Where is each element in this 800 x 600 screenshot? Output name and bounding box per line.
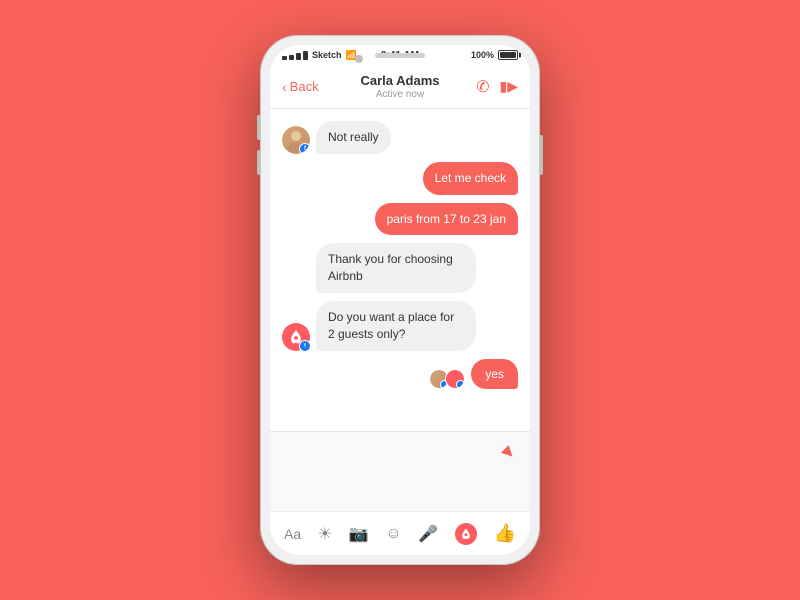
read-avatars (429, 369, 465, 389)
keyboard-aa-button[interactable]: Aa (284, 526, 301, 542)
message-text-1: Not really (328, 130, 379, 144)
outgoing-yes-group: yes (471, 359, 518, 390)
phone-frame: Sketch 📶 9:41 AM 100% ‹ Back Carla Adams… (260, 35, 540, 565)
message-row-1: f Not really (282, 121, 518, 154)
contact-name: Carla Adams (361, 73, 440, 89)
battery-fill (500, 52, 516, 58)
bubble-outgoing-2: Let me check (423, 162, 518, 195)
airbnb-icon[interactable] (455, 523, 477, 545)
bubble-incoming-1: Not really (316, 121, 391, 154)
battery-icon (498, 50, 518, 60)
messages-area: f Not really Let me check paris from 17 … (270, 109, 530, 431)
volume-button-down (257, 150, 260, 175)
like-icon[interactable]: 👍 (494, 523, 516, 544)
signal-dot-4 (303, 51, 308, 60)
volume-button-up (257, 115, 260, 140)
nav-center: Carla Adams Active now (361, 73, 440, 100)
signal-dot-3 (296, 53, 301, 60)
earpiece-speaker (375, 53, 425, 58)
contact-avatar-1: f (282, 126, 310, 154)
nav-bar: ‹ Back Carla Adams Active now ✆ ▮▶ (270, 65, 530, 109)
mic-icon[interactable]: 🎤 (418, 524, 438, 544)
airbnb-avatar: f (282, 323, 310, 351)
message-row-6: yes (282, 359, 518, 390)
signal-dot-1 (282, 56, 287, 60)
message-text-2: Let me check (435, 171, 506, 185)
carrier-label: Sketch (312, 50, 342, 60)
message-text-3: paris from 17 to 23 jan (387, 212, 506, 226)
send-area: ► (282, 442, 518, 463)
back-chevron-icon: ‹ (282, 79, 287, 95)
phone-call-icon[interactable]: ✆ (476, 77, 489, 97)
send-button[interactable]: ► (495, 439, 522, 466)
emoji-icon[interactable]: ☺ (385, 525, 401, 543)
back-label: Back (290, 79, 319, 94)
battery-pct: 100% (471, 50, 494, 60)
bubble-outgoing-3: paris from 17 to 23 jan (375, 203, 518, 236)
message-text-4: Thank you for choosing Airbnb (328, 252, 453, 283)
status-right: 100% (471, 50, 518, 60)
camera-icon[interactable]: ☀ (318, 524, 332, 544)
message-row-3: paris from 17 to 23 jan (282, 203, 518, 236)
nav-actions: ✆ ▮▶ (476, 77, 518, 97)
front-camera (355, 55, 363, 63)
signal-bars (282, 51, 308, 60)
suggested-replies-area: ► (270, 431, 530, 511)
message-row-4: Thank you for choosing Airbnb (282, 243, 518, 293)
message-text-6: yes (485, 367, 504, 381)
contact-status: Active now (361, 89, 440, 100)
read-avatar-badge-2 (456, 380, 465, 389)
back-button[interactable]: ‹ Back (282, 79, 319, 95)
message-row-5: f Do you want a place for 2 guests only? (282, 301, 518, 351)
message-text-5: Do you want a place for 2 guests only? (328, 310, 454, 341)
bubble-incoming-4: Thank you for choosing Airbnb (316, 243, 476, 293)
phone-screen: Sketch 📶 9:41 AM 100% ‹ Back Carla Adams… (270, 45, 530, 555)
video-call-icon[interactable]: ▮▶ (500, 78, 518, 95)
airbnb-fb-badge: f (299, 340, 311, 352)
bottom-toolbar: Aa ☀ 📷 ☺ 🎤 👍 (270, 511, 530, 555)
photo-icon[interactable]: 📷 (349, 524, 369, 544)
message-row-2: Let me check (282, 162, 518, 195)
power-button (540, 135, 543, 175)
bubble-outgoing-yes: yes (471, 359, 518, 390)
airbnb-toolbar-icon (459, 527, 473, 541)
status-left: Sketch 📶 (282, 50, 357, 61)
facebook-badge: f (299, 143, 310, 154)
bubble-airbnb-bot: Do you want a place for 2 guests only? (316, 301, 476, 351)
signal-dot-2 (289, 55, 294, 60)
read-avatar-2 (445, 369, 465, 389)
